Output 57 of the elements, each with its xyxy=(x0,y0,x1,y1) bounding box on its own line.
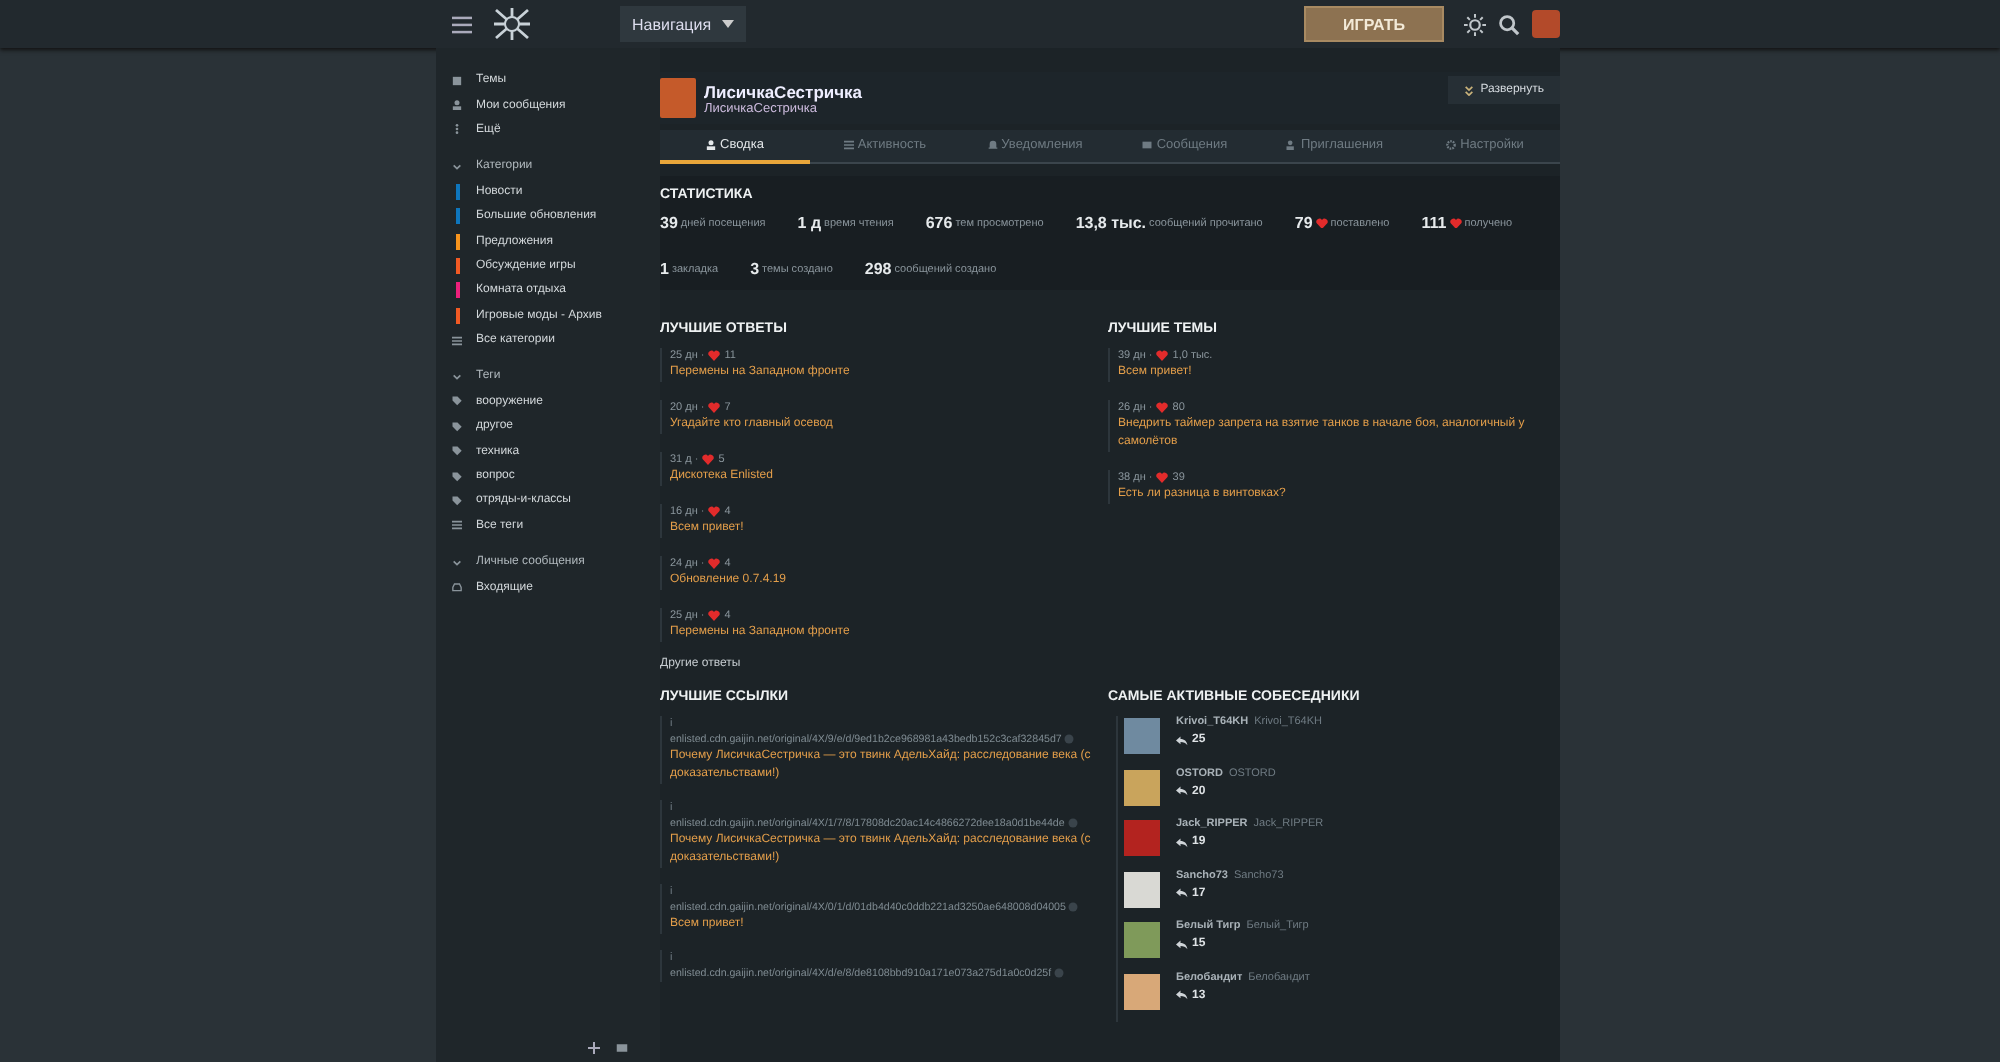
reply-icon xyxy=(1176,888,1188,898)
logo-icon[interactable] xyxy=(492,6,532,42)
user-icon xyxy=(706,140,717,150)
more-icon xyxy=(452,124,462,135)
heart-icon xyxy=(1156,350,1169,362)
reply-icon xyxy=(1176,837,1188,847)
heart-icon xyxy=(1156,402,1169,414)
stat-value: 13,8 тыс. xyxy=(1075,214,1147,232)
reply-icon xyxy=(1176,735,1188,745)
inbox-icon xyxy=(452,582,462,593)
list-icon xyxy=(843,140,854,150)
tag-icon xyxy=(452,446,462,457)
stat-value: 79 xyxy=(1294,214,1313,232)
profile-name: ЛисичкаСестричка xyxy=(704,81,865,101)
reply-icon xyxy=(1176,786,1188,796)
list-icon xyxy=(452,520,462,531)
stat-value: 298 xyxy=(864,260,892,278)
tag-icon xyxy=(452,396,462,407)
heart-icon xyxy=(702,454,715,466)
double-chevron-icon xyxy=(1464,85,1475,95)
click-count-icon xyxy=(1054,968,1065,979)
heart-icon xyxy=(708,402,721,414)
stat-value: 39 xyxy=(660,214,678,232)
tag-icon xyxy=(452,495,462,506)
tag-icon xyxy=(452,421,462,432)
tag-icon xyxy=(452,471,462,482)
heart-icon xyxy=(708,506,721,518)
plus-icon[interactable] xyxy=(588,1042,600,1054)
stat-value: 1 xyxy=(660,260,669,278)
click-count-icon xyxy=(1067,818,1078,829)
stat-value: 3 xyxy=(750,260,760,278)
reply-icon xyxy=(1176,990,1188,1000)
heart-icon xyxy=(708,350,721,362)
heart-icon xyxy=(1156,472,1169,484)
click-count-icon xyxy=(1068,902,1079,913)
menu-icon[interactable] xyxy=(452,15,472,33)
sun-icon[interactable] xyxy=(1464,13,1486,35)
search-icon[interactable] xyxy=(1498,13,1520,35)
caret-icon xyxy=(721,20,734,28)
stat-value: 111 xyxy=(1421,214,1447,232)
profile-avatar xyxy=(660,78,696,118)
gear-icon xyxy=(1446,140,1457,150)
stat-value: 676 xyxy=(925,214,953,232)
click-count-icon xyxy=(1064,734,1075,745)
user-avatar[interactable] xyxy=(1124,769,1160,805)
reply-icon xyxy=(1176,939,1188,949)
bell-icon xyxy=(987,140,998,150)
list-icon xyxy=(452,335,462,346)
stat-value: 1 д xyxy=(797,214,822,232)
user-avatar[interactable] xyxy=(1124,973,1160,1009)
user-icon xyxy=(452,100,462,111)
heart-icon xyxy=(708,610,721,622)
heart-icon xyxy=(708,558,721,570)
user-avatar[interactable] xyxy=(1124,871,1160,907)
navigation-dropdown[interactable]: Навигация xyxy=(620,6,746,42)
user-plus-icon xyxy=(1286,140,1297,150)
play-button[interactable]: ИГРАТЬ xyxy=(1304,6,1444,42)
